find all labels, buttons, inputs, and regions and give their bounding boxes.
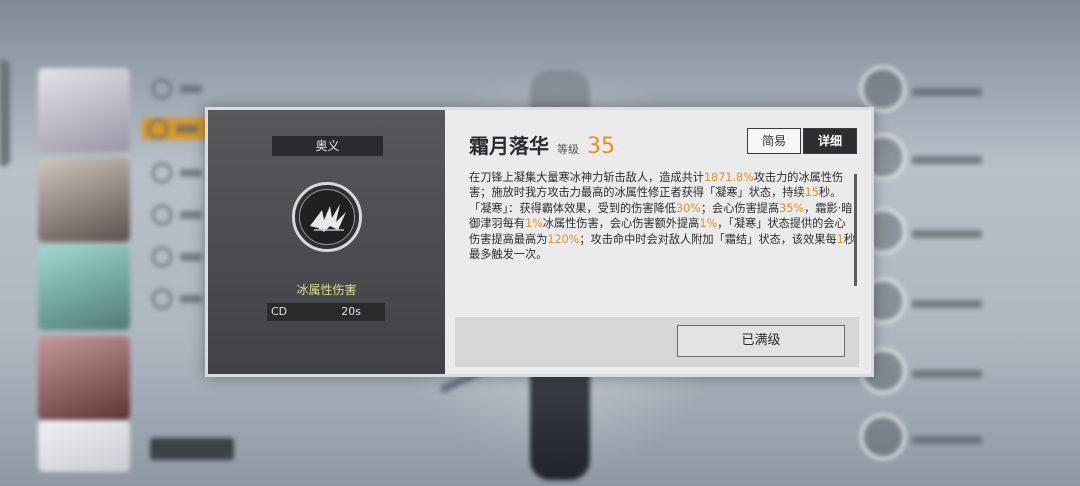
menu-label-placeholder [180,211,202,219]
skill-slot-label-placeholder [912,300,982,308]
menu-icon [152,247,172,267]
menu-item-active[interactable] [142,118,212,140]
skill-slot-label-placeholder [912,230,982,238]
description-scrollbar[interactable] [854,174,857,286]
desc-highlight: 1% [699,217,718,231]
desc-text: 冰属性伤害，会心伤害额外提高 [542,217,700,231]
cooldown-box: CD 20s [267,303,385,321]
desc-highlight: 35% [779,201,805,215]
detail-mode-button[interactable]: 详细 [803,128,857,154]
max-level-button[interactable]: 已满级 [677,325,845,357]
menu-item[interactable] [152,78,216,100]
skill-detail-modal: 奥义 冰属性伤害 CD 20s 霜月落华 等级 35 简易 详细 在刀锋上凝集大… [205,107,874,377]
skill-slot-icon[interactable] [860,66,906,112]
menu-icon [152,289,172,309]
bottom-action-button[interactable] [150,438,234,460]
skill-level-label: 等级 [557,143,579,156]
menu-label-placeholder [180,253,202,261]
menu-label-placeholder [180,169,202,177]
desc-highlight: 1 [836,232,844,246]
description-mode-toggle: 简易 详细 [747,128,857,154]
skill-detail-panel: 霜月落华 等级 35 简易 详细 在刀锋上凝集大量寒冰神力斩击敌人，造成共计18… [445,110,871,374]
upgrade-footer: 已满级 [455,317,859,367]
desc-text: 在刀锋上凝集大量寒冰神力斩击敌人，造成共计 [469,171,704,184]
menu-icon [148,119,168,139]
desc-highlight: 15 [804,186,819,200]
character-portrait[interactable] [38,420,130,472]
menu-label-placeholder [180,85,202,93]
desc-text: ；会心伤害提高 [700,201,780,215]
menu-label-placeholder [180,295,202,303]
character-portrait[interactable] [38,68,130,152]
desc-text: 秒。 [818,186,842,200]
character-portrait[interactable] [38,336,130,420]
skill-slot-label-placeholder [912,88,982,96]
skill-slot-label-placeholder [912,436,982,444]
menu-icon [152,79,172,99]
side-drawer-handle[interactable] [0,60,10,166]
character-portrait[interactable] [38,246,130,330]
skill-name: 霜月落华 [469,134,549,158]
skill-slot-icon[interactable] [860,414,906,460]
desc-highlight: 120% [547,232,580,246]
skill-level-value: 35 [587,134,615,159]
menu-icon [152,205,172,225]
skill-slot-label-placeholder [912,370,982,378]
skill-title-row: 霜月落华 等级 35 [469,130,615,159]
skill-description: 在刀锋上凝集大量寒冰神力斩击敌人，造成共计1871.8%攻击力的冰属性伤害；施放… [469,170,855,262]
skill-category: 奥义 [272,136,383,156]
simple-mode-button[interactable]: 简易 [747,128,801,154]
cooldown-value: 20s [341,305,361,318]
damage-type-label: 冰属性伤害 [296,283,357,297]
menu-label-placeholder [176,125,198,133]
desc-text: 「凝寒」：获得霸体效果，受到的伤害降低 [469,201,676,215]
cooldown-label: CD [271,305,288,318]
desc-text: ；攻击命中时会对敌人附加「霜结」状态，该效果每 [579,232,837,246]
menu-icon [152,163,172,183]
ice-slash-icon [310,204,346,232]
skill-emblem-inner [299,189,355,245]
desc-highlight: 1871.8% [703,171,754,184]
character-portrait[interactable] [38,158,130,242]
desc-highlight: 1% [524,217,543,231]
skill-summary-panel: 奥义 冰属性伤害 CD 20s [208,110,453,374]
desc-highlight: 30% [675,201,701,215]
skill-slot-label-placeholder [912,156,982,164]
skill-emblem-icon [292,182,362,252]
